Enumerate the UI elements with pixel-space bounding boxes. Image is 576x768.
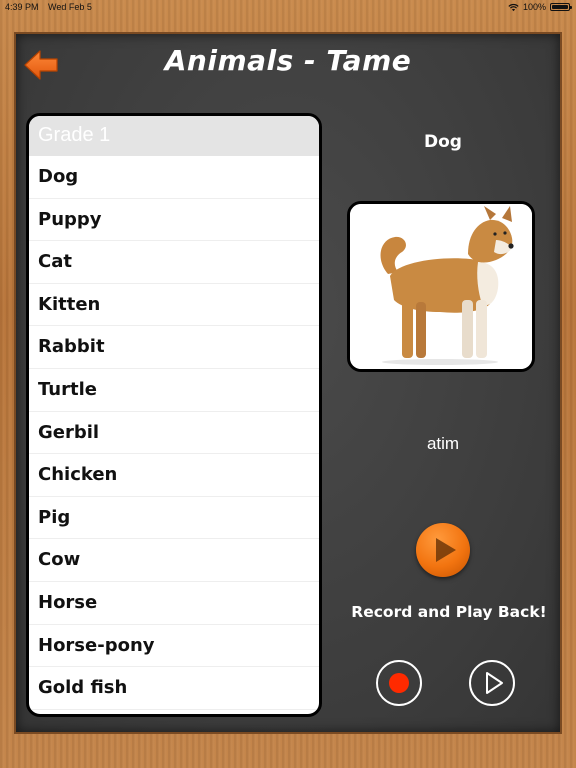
list-item[interactable]: Cat: [29, 241, 319, 284]
selected-word: Dog: [424, 132, 462, 152]
play-icon: [436, 538, 456, 562]
list-item[interactable]: Horse-pony: [29, 625, 319, 668]
translation-text: atim: [426, 434, 460, 453]
play-outline-icon: [486, 672, 503, 694]
battery-percent: 100%: [522, 2, 546, 12]
list-item[interactable]: Dog: [29, 156, 319, 199]
record-caption: Record and Play Back!: [351, 603, 547, 621]
list-item[interactable]: Horse: [29, 582, 319, 625]
list-item[interactable]: Gerbil: [29, 412, 319, 455]
record-button[interactable]: [376, 660, 422, 706]
play-audio-button[interactable]: [416, 523, 470, 577]
list-item[interactable]: Rabbit: [29, 326, 319, 369]
list-item[interactable]: Puppy: [29, 199, 319, 242]
dog-photo: [350, 204, 532, 369]
list-section-header: Grade 1: [29, 116, 319, 156]
list-item[interactable]: Pig: [29, 497, 319, 540]
list-item[interactable]: Kitten: [29, 284, 319, 327]
status-bar: 4:39 PM Wed Feb 5 100%: [0, 0, 576, 14]
record-icon: [389, 673, 409, 693]
playback-button[interactable]: [469, 660, 515, 706]
word-image: [347, 201, 535, 372]
battery-icon: [550, 3, 572, 11]
page-title: Animals - Tame: [164, 44, 412, 77]
list-item[interactable]: Cow: [29, 539, 319, 582]
list-item[interactable]: Gold fish: [29, 667, 319, 710]
word-list: Grade 1 Dog Puppy Cat Kitten Rabbit Turt…: [26, 113, 322, 717]
list-item[interactable]: Chicken: [29, 454, 319, 497]
status-date: Wed Feb 5: [48, 2, 92, 12]
list-item[interactable]: Turtle: [29, 369, 319, 412]
status-time: 4:39 PM: [5, 2, 39, 12]
wifi-icon: [508, 3, 519, 11]
